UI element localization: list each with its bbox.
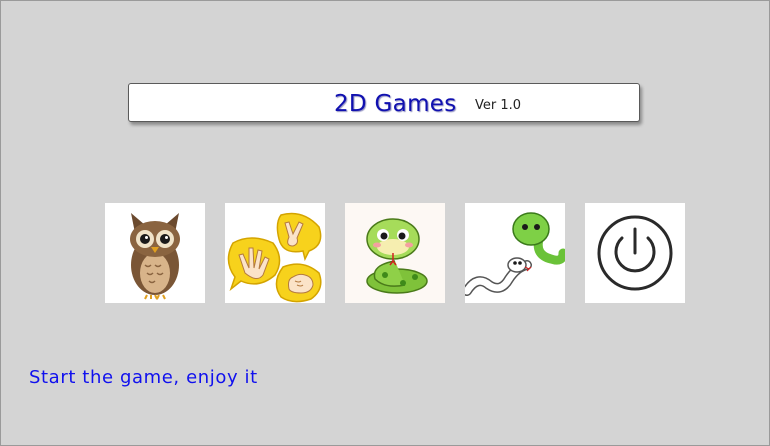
app-window: 2D Games Ver 1.0 Start the game, enjoy i…	[0, 0, 770, 446]
quit-button[interactable]	[585, 203, 685, 303]
owl-game-button[interactable]	[105, 203, 205, 303]
rock-paper-scissors-game-button[interactable]	[225, 203, 325, 303]
app-title: 2D Games	[334, 91, 457, 117]
power-icon	[597, 215, 673, 291]
title-banner: 2D Games Ver 1.0	[128, 83, 640, 122]
snake-icon	[366, 218, 428, 294]
owl-icon	[130, 213, 180, 300]
snake-game-button[interactable]	[345, 203, 445, 303]
rock-paper-scissors-icon	[227, 212, 322, 303]
snakes-icon	[465, 212, 565, 296]
snakes-game-button[interactable]	[465, 203, 565, 303]
status-message: Start the game, enjoy it	[29, 367, 258, 388]
version-label: Ver 1.0	[475, 98, 522, 113]
